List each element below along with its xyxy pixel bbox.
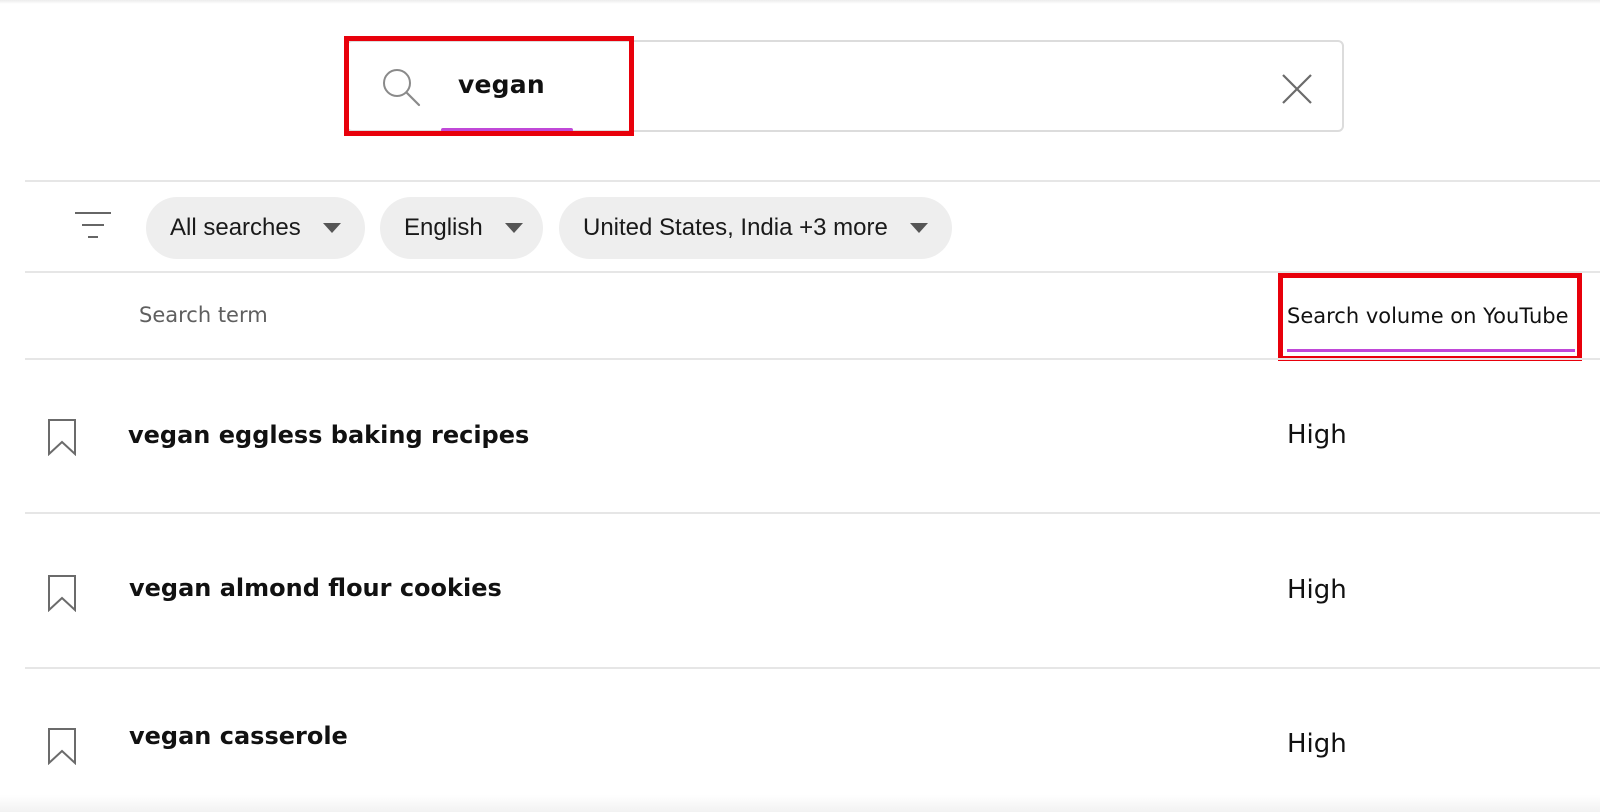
top-edge-shadow (0, 0, 1600, 4)
bookmark-icon[interactable] (47, 418, 77, 456)
search-term-text[interactable]: vegan casserole (129, 722, 348, 750)
column-header-search-term: Search term (139, 303, 268, 327)
bookmark-icon[interactable] (47, 727, 77, 765)
search-term-text[interactable]: vegan almond flour cookies (129, 574, 502, 602)
close-icon[interactable] (1280, 72, 1314, 106)
divider (25, 180, 1600, 182)
chevron-down-icon (322, 223, 341, 233)
volume-highlight-box (1278, 273, 1582, 361)
bottom-edge-shadow (0, 795, 1600, 812)
all-searches-dropdown[interactable]: All searches (146, 197, 365, 259)
search-volume-value: High (1287, 729, 1347, 759)
search-term-text[interactable]: vegan eggless baking recipes (128, 421, 529, 449)
chip-label: English (404, 214, 483, 241)
chip-label: All searches (170, 214, 301, 241)
language-dropdown[interactable]: English (380, 197, 543, 259)
filter-list-icon[interactable] (74, 210, 112, 242)
chevron-down-icon (909, 223, 928, 233)
chip-label: United States, India +3 more (583, 214, 888, 241)
divider (25, 512, 1600, 514)
search-highlight-box (344, 36, 634, 136)
divider (25, 667, 1600, 669)
page: vegan All searches English United States… (0, 0, 1600, 812)
bookmark-icon[interactable] (47, 574, 77, 612)
location-dropdown[interactable]: United States, India +3 more (559, 197, 952, 259)
chevron-down-icon (504, 223, 523, 233)
divider (25, 358, 1600, 360)
search-volume-value: High (1287, 575, 1347, 605)
search-volume-value: High (1287, 420, 1347, 450)
